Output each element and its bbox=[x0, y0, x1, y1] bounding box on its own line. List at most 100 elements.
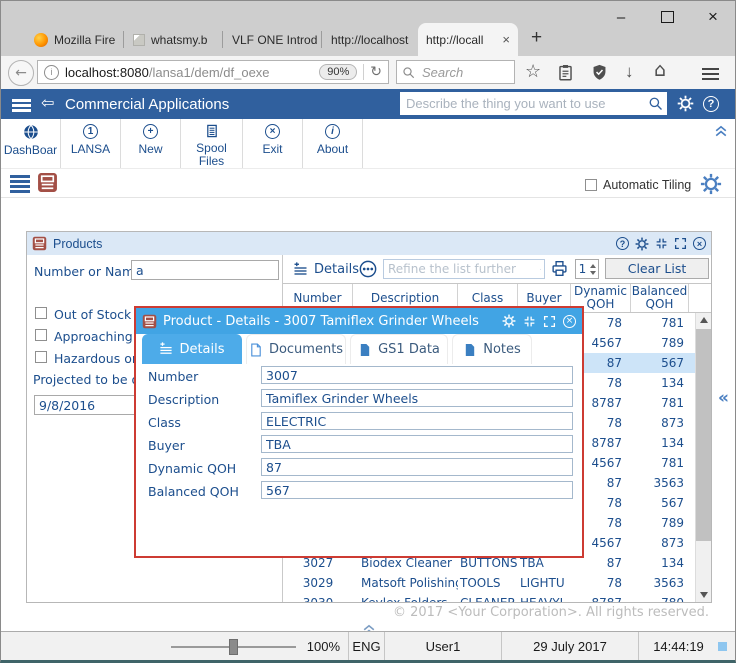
status-bar: 100% ENG User1 29 July 2017 14:44:19 bbox=[1, 631, 735, 660]
hazardous-checkbox[interactable] bbox=[35, 351, 47, 363]
settings-gear-icon[interactable] bbox=[635, 237, 649, 251]
projected-label: Projected to be o bbox=[33, 372, 140, 387]
toolbar-item-about[interactable]: i About bbox=[303, 119, 363, 168]
tile-icon[interactable] bbox=[523, 315, 536, 328]
book-icon bbox=[37, 172, 58, 193]
reading-list-icon[interactable] bbox=[557, 64, 574, 86]
splitter-collapse-icon[interactable]: « bbox=[718, 388, 729, 408]
table-row[interactable]: 3029 Matsoft Polishing C TOOLS LIGHTU 78… bbox=[283, 573, 695, 593]
maximize-icon[interactable] bbox=[543, 315, 556, 328]
collapse-toolbar-icon[interactable] bbox=[713, 122, 729, 143]
modal-title-bar[interactable]: Product - Details - 3007 Tamiflex Grinde… bbox=[136, 308, 582, 334]
tab-notes[interactable]: Notes bbox=[452, 334, 532, 364]
dynamic-qoh-field[interactable] bbox=[261, 458, 573, 476]
window-minimize-button[interactable]: – bbox=[606, 6, 636, 28]
close-icon[interactable]: × bbox=[563, 314, 576, 328]
app-menu-icon[interactable] bbox=[12, 99, 31, 102]
spool-files-icon bbox=[204, 124, 220, 138]
clear-list-button[interactable]: Clear List bbox=[605, 258, 709, 279]
table-row[interactable]: 3030 Kevlex Folders CLEANER HEAVYL 8787 … bbox=[283, 593, 695, 602]
help-icon[interactable]: ? bbox=[616, 237, 629, 250]
refine-search-box[interactable] bbox=[383, 259, 545, 279]
table-scrollbar[interactable] bbox=[695, 313, 711, 602]
settings-gear-icon[interactable] bbox=[502, 314, 516, 328]
maximize-icon[interactable] bbox=[674, 237, 687, 250]
tab-details[interactable]: Details bbox=[142, 334, 242, 364]
close-icon[interactable]: × bbox=[693, 237, 706, 250]
print-icon[interactable] bbox=[551, 260, 568, 281]
tab-documents[interactable]: Documents bbox=[246, 334, 346, 364]
browser-window: – × Mozilla Fire whatsmy.b VLF ONE Intro… bbox=[0, 0, 736, 663]
slider-handle[interactable] bbox=[228, 638, 238, 655]
browser-menu-icon[interactable] bbox=[702, 68, 719, 70]
details-icon[interactable] bbox=[293, 262, 308, 281]
toolbar-item-dashboard[interactable]: DashBoar bbox=[1, 119, 61, 168]
browser-tab-mozilla[interactable]: Mozilla Fire bbox=[26, 23, 122, 56]
toolbar-item-exit[interactable]: × Exit bbox=[243, 119, 303, 168]
scroll-up-icon[interactable] bbox=[700, 317, 708, 323]
browser-tab-vlf[interactable]: VLF ONE Introd bbox=[224, 23, 320, 56]
settings-gear-icon[interactable] bbox=[677, 95, 694, 117]
scrollbar-thumb[interactable] bbox=[696, 329, 711, 541]
cell-balanced-qoh: 789 bbox=[661, 336, 684, 350]
cell-balanced-qoh: 3563 bbox=[653, 576, 684, 590]
description-field[interactable] bbox=[261, 389, 573, 407]
scroll-down-icon[interactable] bbox=[700, 592, 708, 598]
download-icon[interactable]: ↓ bbox=[625, 62, 634, 82]
tab-close-icon[interactable]: × bbox=[502, 32, 510, 47]
tab-gs1-data[interactable]: GS1 Data bbox=[350, 334, 448, 364]
spinner-arrows[interactable] bbox=[589, 263, 597, 275]
browser-tab-active[interactable]: http://locall × bbox=[418, 23, 518, 56]
browser-tab-localhost[interactable]: http://localhost bbox=[323, 23, 419, 56]
reload-icon[interactable]: ↻ bbox=[370, 64, 382, 80]
app-search-input[interactable] bbox=[404, 95, 648, 112]
class-field[interactable] bbox=[261, 412, 573, 430]
tile-icon[interactable] bbox=[655, 237, 668, 250]
products-window-button[interactable] bbox=[37, 172, 58, 198]
hazardous-label: Hazardous or bbox=[54, 351, 137, 366]
toolbar-item-lansa[interactable]: 1 LANSA bbox=[61, 119, 121, 168]
column-header-balanced-qoh[interactable]: Balanced QOH bbox=[631, 284, 689, 312]
help-icon[interactable]: ? bbox=[703, 96, 719, 112]
window-list-menu-icon[interactable] bbox=[10, 175, 30, 178]
back-button[interactable]: ← bbox=[8, 60, 34, 86]
toolbar-item-spool-files[interactable]: Spool Files bbox=[181, 119, 243, 168]
zoom-level: 100% bbox=[306, 639, 340, 654]
bookmark-star-icon[interactable]: ☆ bbox=[525, 62, 541, 82]
toolbar-item-new[interactable]: + New bbox=[121, 119, 181, 168]
refine-input[interactable] bbox=[384, 261, 540, 277]
browser-tab-whatsmy[interactable]: whatsmy.b bbox=[125, 23, 221, 56]
new-tab-button[interactable]: + bbox=[531, 27, 542, 49]
window-maximize-button[interactable] bbox=[652, 6, 682, 28]
window-close-button[interactable]: × bbox=[698, 6, 728, 28]
tracking-shield-icon[interactable] bbox=[591, 64, 608, 86]
url-bar[interactable]: i localhost:8080/lansa1/dem/df_oexe 90% … bbox=[37, 60, 389, 84]
number-field[interactable] bbox=[261, 366, 573, 384]
page-spinner[interactable]: 1 bbox=[575, 259, 599, 279]
info-circle-icon: i bbox=[325, 124, 340, 139]
command-toolbar: DashBoar 1 LANSA + New Spool Files × Exi… bbox=[1, 119, 735, 169]
site-info-icon[interactable]: i bbox=[44, 64, 59, 80]
tab-label: http://localhost bbox=[331, 32, 409, 47]
details-button[interactable]: Details bbox=[314, 262, 359, 277]
more-options-ellipsis-icon[interactable] bbox=[359, 260, 377, 282]
automatic-tiling-checkbox[interactable] bbox=[585, 179, 597, 191]
approaching-checkbox[interactable] bbox=[35, 329, 47, 341]
browser-search-box[interactable] bbox=[396, 60, 515, 84]
document-icon bbox=[358, 343, 372, 357]
number-or-name-input[interactable] bbox=[131, 260, 279, 280]
app-back-icon[interactable]: ⇦ bbox=[41, 93, 54, 112]
browser-tab-strip: – × Mozilla Fire whatsmy.b VLF ONE Intro… bbox=[1, 1, 735, 56]
balanced-qoh-field[interactable] bbox=[261, 481, 573, 499]
date-select[interactable]: 9/8/2016 ▾ bbox=[34, 395, 146, 415]
buyer-field[interactable] bbox=[261, 435, 573, 453]
app-search-box[interactable] bbox=[400, 92, 667, 115]
out-of-stock-checkbox[interactable] bbox=[35, 307, 47, 319]
tiling-settings-gear-icon[interactable] bbox=[700, 173, 722, 200]
browser-search-input[interactable] bbox=[420, 63, 504, 81]
zoom-slider[interactable] bbox=[171, 638, 296, 655]
products-panel-header[interactable]: Products ? × bbox=[27, 232, 711, 255]
tab-label: whatsmy.b bbox=[151, 32, 208, 47]
zoom-badge[interactable]: 90% bbox=[319, 64, 358, 80]
home-icon[interactable]: ⌂ bbox=[654, 60, 666, 80]
